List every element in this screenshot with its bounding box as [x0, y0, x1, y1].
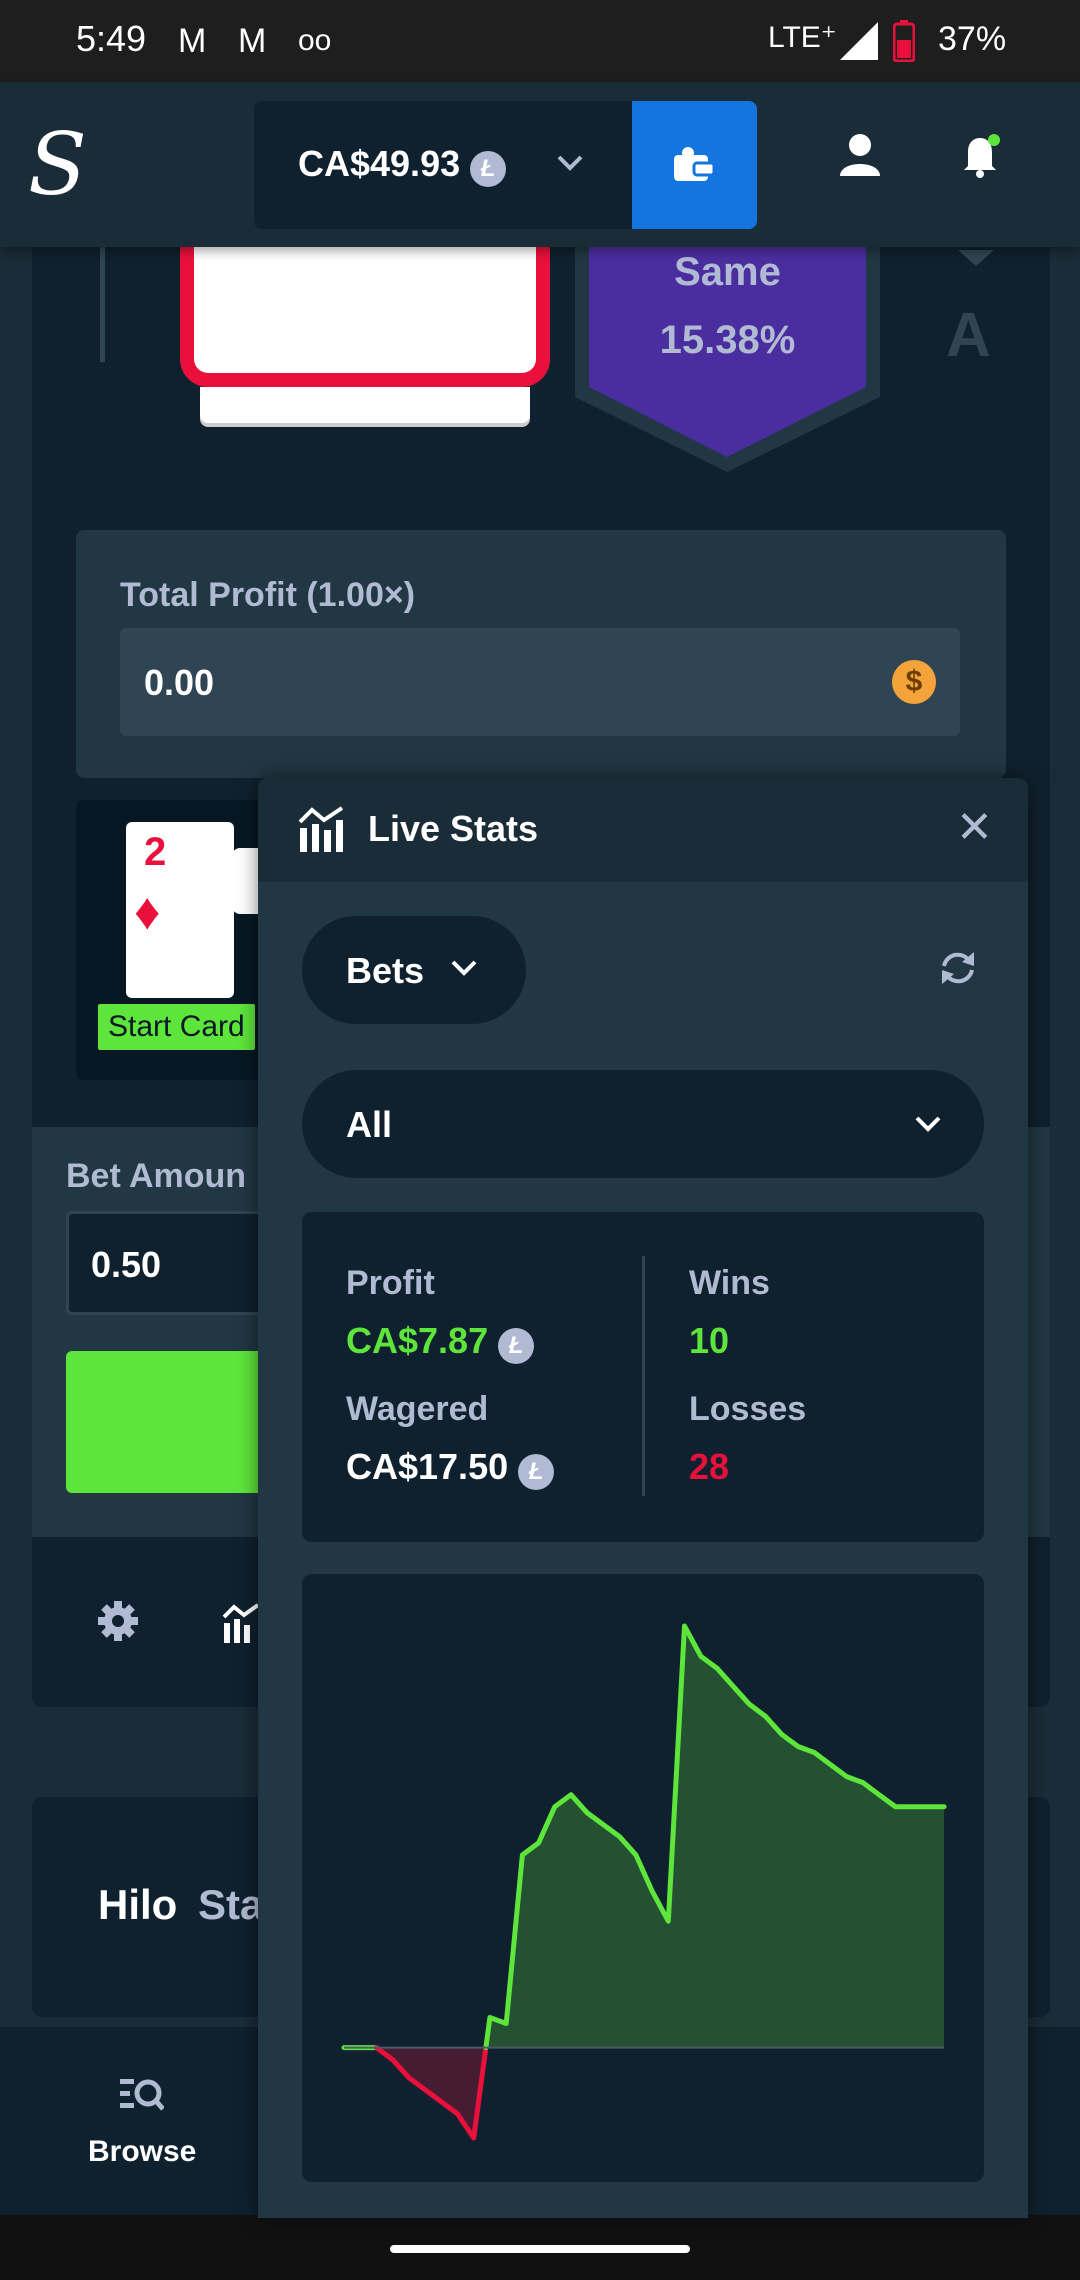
live-stats-title: Live Stats [368, 808, 539, 849]
chevron-down-icon [451, 960, 477, 976]
network-type: LTE⁺ [768, 21, 837, 54]
next-card-rank: A [946, 301, 991, 370]
nav-browse-label: Browse [88, 2135, 197, 2168]
stake-logo[interactable]: S [28, 122, 87, 208]
same-label: Same [674, 250, 781, 294]
card-deck [200, 387, 530, 423]
nav-browse[interactable]: Browse [60, 2057, 220, 2197]
total-profit-field: 0.00 $ [120, 628, 960, 736]
profit-value: CA$7.87 Ł [346, 1320, 535, 1364]
bet-amount-label: Bet Amoun [66, 1157, 247, 1195]
live-stats-window[interactable]: Live Stats ✕ Bets All Profit CA$7.87 Ł W… [258, 778, 1028, 2218]
profit-chart [302, 1574, 984, 2182]
losses-label: Losses [689, 1390, 807, 1428]
wins-value: 10 [689, 1320, 730, 1361]
game-provider[interactable]: Sta [198, 1881, 263, 1929]
refresh-icon[interactable] [938, 948, 978, 988]
signal-icon [840, 22, 878, 60]
gmail-icon: M [178, 22, 207, 60]
profit-chart-svg [341, 1623, 947, 2141]
browse-icon [120, 2079, 164, 2111]
wagered-value: CA$17.50 Ł [346, 1446, 555, 1490]
card-rank: 2 [144, 830, 167, 874]
live-stats-icon [298, 806, 344, 852]
balance-amount: CA$49.93 Ł [298, 143, 507, 187]
wagered-label: Wagered [346, 1390, 489, 1428]
current-card [180, 247, 550, 387]
system-nav-bar [0, 2215, 1080, 2280]
litecoin-icon: Ł [470, 151, 507, 187]
dollar-coin-icon: $ [892, 660, 936, 704]
battery-percent: 37% [938, 20, 1007, 58]
total-profit-panel: Total Profit (1.00×) 0.00 $ [76, 530, 1006, 778]
chevron-down-icon [557, 155, 583, 171]
wins-label: Wins [689, 1264, 770, 1302]
profit-area [485, 1626, 944, 2048]
stats-type-label: Bets [346, 950, 425, 991]
status-time: 5:49 [76, 18, 147, 59]
gmail-icon: M [238, 22, 267, 60]
stats-scope-select[interactable]: All [302, 1070, 984, 1178]
total-profit-value: 0.00 [144, 662, 215, 703]
stats-divider [642, 1256, 645, 1496]
live-stats-header[interactable]: Live Stats ✕ [258, 778, 1028, 882]
stats-summary: Profit CA$7.87 Ł Wagered CA$17.50 Ł Wins… [302, 1212, 984, 1542]
stats-scope-label: All [346, 1104, 393, 1145]
notification-bell-icon[interactable] [960, 132, 1004, 178]
voicemail-icon: ᴏᴏ [298, 24, 332, 57]
user-icon[interactable] [838, 132, 882, 176]
losses-value: 28 [689, 1446, 730, 1487]
app-header: S CA$49.93 Ł [0, 82, 1080, 247]
gear-icon[interactable] [96, 1599, 140, 1643]
stats-type-dropdown[interactable]: Bets [302, 916, 526, 1024]
history-card: 2 ♦ [126, 822, 234, 998]
status-bar: 5:49 M M ᴏᴏ LTE⁺ 37% [0, 0, 1080, 82]
wallet-icon [674, 147, 716, 181]
divider [100, 247, 105, 362]
total-profit-label: Total Profit (1.00×) [120, 576, 416, 614]
diamond-suit-icon: ♦ [134, 883, 161, 941]
live-stats-icon[interactable] [222, 1603, 262, 1643]
arrow-down-icon [958, 250, 994, 266]
battery-icon [893, 20, 915, 62]
chevron-down-icon [915, 1116, 941, 1132]
profit-label: Profit [346, 1264, 435, 1302]
bet-amount-value: 0.50 [91, 1244, 162, 1285]
home-gesture-bar[interactable] [390, 2245, 690, 2253]
same-percent: 15.38% [659, 318, 796, 362]
close-icon[interactable]: ✕ [956, 802, 993, 853]
wallet-button[interactable] [632, 101, 757, 229]
litecoin-icon: Ł [498, 1328, 535, 1364]
game-name: Hilo [98, 1881, 178, 1928]
litecoin-icon: Ł [518, 1454, 555, 1490]
start-card-label: Start Card [98, 1004, 255, 1050]
balance-selector[interactable]: CA$49.93 Ł [254, 101, 632, 229]
